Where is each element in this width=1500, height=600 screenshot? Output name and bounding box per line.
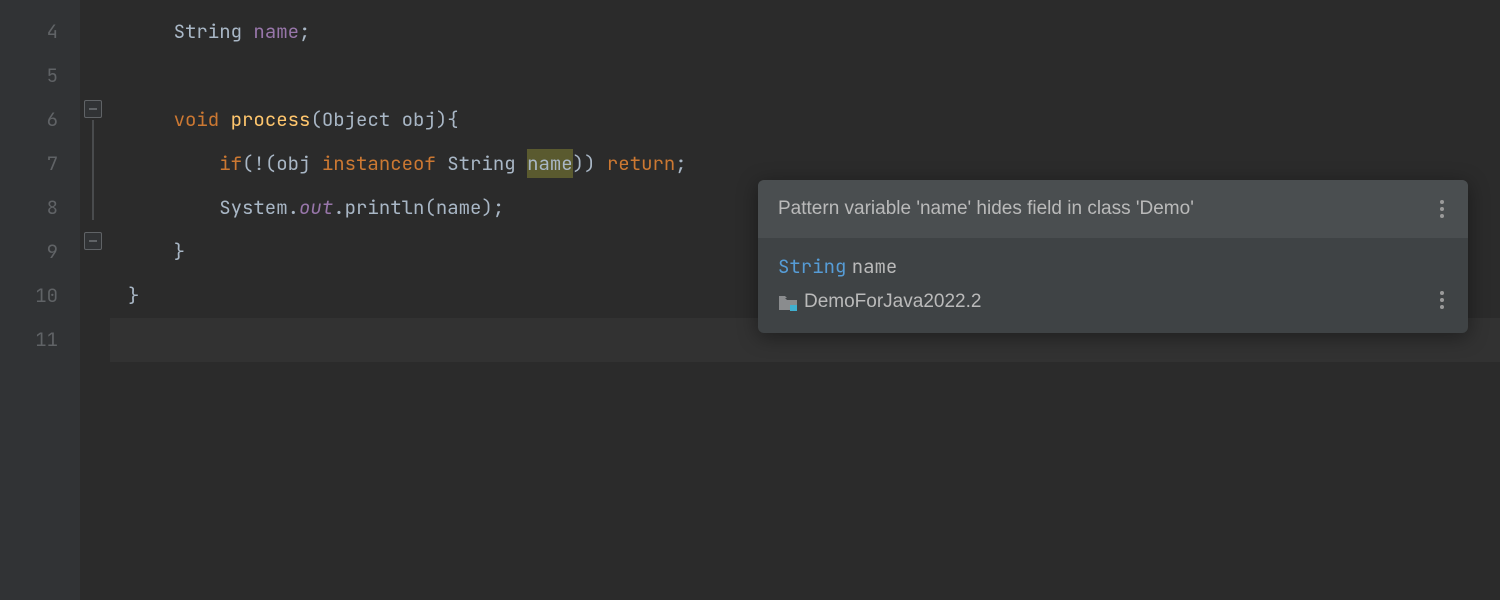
code-line[interactable]: String name; xyxy=(110,10,1500,54)
fold-toggle-open-icon[interactable] xyxy=(84,100,102,118)
code-line[interactable] xyxy=(110,54,1500,98)
punct-token: ; xyxy=(675,151,686,176)
brace-token: } xyxy=(128,283,139,308)
line-number[interactable]: 6 xyxy=(0,98,80,142)
line-number[interactable]: 7 xyxy=(0,142,80,186)
keyword-token: void xyxy=(174,107,220,132)
punct-token: (!( xyxy=(242,151,276,176)
punct-token: )) xyxy=(573,151,596,176)
declaration-line: String name xyxy=(778,254,1448,279)
warning-message: Pattern variable 'name' hides field in c… xyxy=(778,198,1194,220)
punct-token: ( xyxy=(310,107,321,132)
keyword-token: return xyxy=(607,151,675,176)
punct-token: ; xyxy=(299,19,310,44)
module-name: DemoForJava2022.2 xyxy=(804,291,981,313)
static-field-token: out xyxy=(299,195,333,220)
type-token: String xyxy=(174,19,242,44)
method-call-token: println xyxy=(345,195,425,220)
indent xyxy=(128,151,219,176)
indent xyxy=(128,19,174,44)
method-token: process xyxy=(231,107,311,132)
code-line[interactable]: void process(Object obj){ xyxy=(110,98,1500,142)
module-icon xyxy=(778,293,798,311)
param-token: obj xyxy=(402,107,436,132)
declaration-name: name xyxy=(852,254,898,279)
highlighted-variable[interactable]: name xyxy=(527,149,573,178)
indent xyxy=(128,107,174,132)
fold-gutter xyxy=(80,0,110,600)
fold-guide xyxy=(92,120,94,220)
keyword-token: if xyxy=(219,151,242,176)
indent xyxy=(128,195,219,220)
ident-token: obj xyxy=(276,151,310,176)
module-reference[interactable]: DemoForJava2022.2 xyxy=(778,291,1448,313)
field-token: name xyxy=(253,19,299,44)
line-number[interactable]: 4 xyxy=(0,10,80,54)
arg-token: name xyxy=(436,195,482,220)
more-actions-icon[interactable] xyxy=(1436,196,1448,222)
indent xyxy=(128,239,174,264)
line-number[interactable]: 10 xyxy=(0,274,80,318)
declaration-type: String xyxy=(778,254,846,279)
line-number[interactable]: 11 xyxy=(0,318,80,362)
type-token: Object xyxy=(322,107,390,132)
line-number-gutter: 4 5 6 7 8 9 10 11 xyxy=(0,0,80,600)
tooltip-body: String name DemoForJava2022.2 xyxy=(758,238,1468,333)
fold-toggle-close-icon[interactable] xyxy=(84,232,102,250)
class-token: System xyxy=(219,195,287,220)
tooltip-header: Pattern variable 'name' hides field in c… xyxy=(758,180,1468,238)
punct-token: ){ xyxy=(436,107,459,132)
inspection-tooltip: Pattern variable 'name' hides field in c… xyxy=(758,180,1468,333)
line-number[interactable]: 8 xyxy=(0,186,80,230)
more-actions-icon[interactable] xyxy=(1436,287,1448,313)
keyword-token: instanceof xyxy=(322,151,436,176)
line-number[interactable]: 9 xyxy=(0,230,80,274)
line-number[interactable]: 5 xyxy=(0,54,80,98)
type-token: String xyxy=(447,151,515,176)
brace-token: } xyxy=(174,239,185,264)
